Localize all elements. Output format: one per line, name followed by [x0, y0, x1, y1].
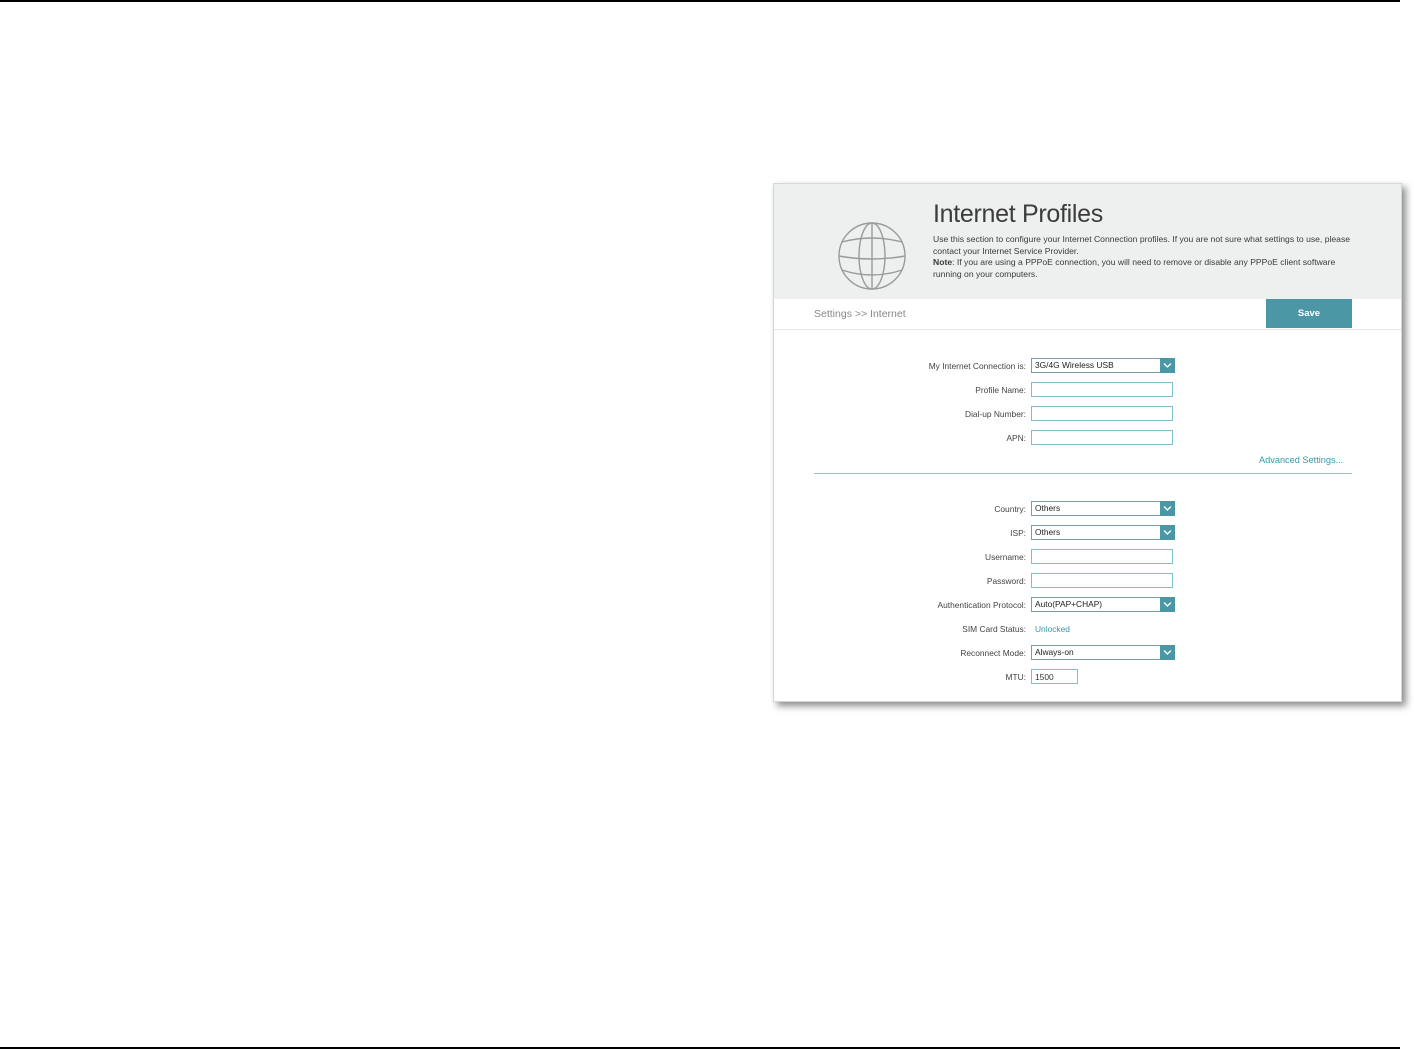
note-text: : If you are using a PPPoE connection, y…: [952, 257, 1336, 268]
dialup-number-label: Dial-up Number:: [965, 409, 1026, 419]
internet-profiles-panel: Internet Profiles Use this section to co…: [773, 183, 1402, 702]
dialup-number-input[interactable]: [1031, 406, 1173, 421]
globe-icon: [838, 222, 906, 290]
page-header: Internet Profiles Use this section to co…: [774, 184, 1401, 299]
auth-protocol-label: Authentication Protocol:: [937, 600, 1026, 610]
auth-protocol-value: Auto(PAP+CHAP): [1035, 599, 1103, 609]
connection-row: My Internet Connection is: 3G/4G Wireles…: [774, 358, 1401, 376]
username-input[interactable]: [1031, 549, 1173, 564]
description-line-2: contact your Internet Service Provider.: [933, 245, 1079, 256]
bottom-rule: [0, 1047, 1400, 1049]
connection-type-select[interactable]: 3G/4G Wireless USB: [1031, 358, 1175, 373]
mtu-input[interactable]: [1031, 669, 1078, 684]
password-row: Password:: [774, 573, 1401, 591]
connection-type-value: 3G/4G Wireless USB: [1035, 360, 1114, 370]
username-row: Username:: [774, 549, 1401, 567]
apn-input[interactable]: [1031, 430, 1173, 445]
dialup-number-row: Dial-up Number:: [774, 406, 1401, 424]
page-title: Internet Profiles: [933, 200, 1103, 228]
note-line-2: running on your computers.: [933, 268, 1038, 279]
chevron-down-icon: [1160, 525, 1175, 540]
password-input[interactable]: [1031, 573, 1173, 588]
isp-label: ISP:: [1010, 528, 1026, 538]
profile-name-label: Profile Name:: [975, 385, 1026, 395]
mtu-row: MTU:: [774, 669, 1401, 687]
profile-name-input[interactable]: [1031, 382, 1173, 397]
username-label: Username:: [985, 552, 1026, 562]
profile-name-row: Profile Name:: [774, 382, 1401, 400]
sim-status-value: Unlocked: [1035, 624, 1070, 634]
sim-status-label: SIM Card Status:: [962, 624, 1026, 634]
country-row: Country: Others: [774, 501, 1401, 519]
reconnect-mode-row: Reconnect Mode: Always-on: [774, 645, 1401, 663]
reconnect-mode-value: Always-on: [1035, 647, 1074, 657]
password-label: Password:: [986, 576, 1026, 586]
save-button[interactable]: Save: [1266, 299, 1352, 328]
isp-value: Others: [1035, 527, 1061, 537]
page-description: Use this section to configure your Inter…: [933, 234, 1353, 280]
reconnect-mode-label: Reconnect Mode:: [960, 648, 1026, 658]
description-line-1: Use this section to configure your Inter…: [933, 234, 1351, 244]
country-value: Others: [1035, 503, 1061, 513]
note-label: Note: [933, 257, 953, 268]
apn-row: APN:: [774, 430, 1401, 448]
auth-protocol-select[interactable]: Auto(PAP+CHAP): [1031, 597, 1175, 612]
top-rule: [0, 0, 1400, 2]
apn-label: APN:: [1006, 433, 1026, 443]
auth-protocol-row: Authentication Protocol: Auto(PAP+CHAP): [774, 597, 1401, 615]
chevron-down-icon: [1160, 645, 1175, 660]
country-select[interactable]: Others: [1031, 501, 1175, 516]
mtu-label: MTU:: [1005, 672, 1026, 682]
chevron-down-icon: [1160, 597, 1175, 612]
isp-row: ISP: Others: [774, 525, 1401, 543]
country-label: Country:: [994, 504, 1026, 514]
advanced-settings-link[interactable]: Advanced Settings...: [1259, 455, 1343, 465]
chevron-down-icon: [1160, 501, 1175, 516]
section-divider: [814, 473, 1352, 474]
reconnect-mode-select[interactable]: Always-on: [1031, 645, 1175, 660]
breadcrumb: Settings >> Internet: [814, 308, 906, 320]
sim-status-row: SIM Card Status: Unlocked: [774, 621, 1401, 639]
chevron-down-icon: [1160, 358, 1175, 373]
connection-label: My Internet Connection is:: [928, 361, 1026, 371]
action-bar: Settings >> Internet Save: [774, 299, 1401, 330]
isp-select[interactable]: Others: [1031, 525, 1175, 540]
